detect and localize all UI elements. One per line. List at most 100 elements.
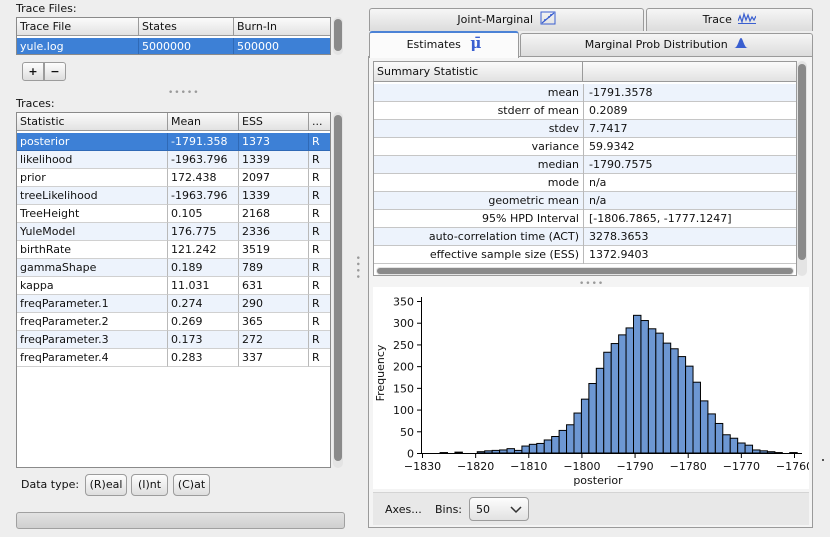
trace-statistic: freqParameter.4 [17, 349, 168, 367]
y-tick-label: 250 [393, 339, 414, 352]
table-row[interactable]: TreeHeight 0.105 2168 R [17, 205, 330, 223]
summary-stat-name: geometric mean [374, 192, 584, 210]
summary-row[interactable]: stdev 7.7417 [374, 120, 796, 138]
trace-type: R [309, 241, 330, 259]
trace-ess: 2336 [239, 223, 309, 241]
histogram-bar [633, 314, 642, 454]
histogram-bar [610, 343, 620, 454]
tab-estimates-label: Estimates [406, 38, 461, 51]
int-type-button[interactable]: (I)nt [131, 474, 168, 496]
trace-file-burnin: 500000 [234, 38, 330, 54]
summary-h-scroll-thumb[interactable] [377, 268, 793, 274]
summary-stat-value: n/a [589, 194, 607, 207]
histogram-bar [506, 448, 515, 454]
summary-stat-name: auto-correlation time (ACT) [374, 228, 584, 246]
trace-ess: 789 [239, 259, 309, 277]
histogram-bar [670, 348, 679, 454]
left-split-grip-icon[interactable]: ••••• [168, 88, 200, 98]
real-type-button[interactable]: (R)eal [85, 474, 127, 496]
axes-button[interactable]: Axes... [385, 503, 422, 516]
summary-header[interactable]: Summary Statistic [374, 62, 583, 82]
table-row[interactable]: posterior -1791.358 1373 R [17, 133, 330, 151]
summary-stat-name: median [374, 156, 584, 174]
table-row[interactable]: birthRate 121.242 3519 R [17, 241, 330, 259]
trace-statistic: freqParameter.1 [17, 295, 168, 313]
traces-header-mean[interactable]: Mean [168, 113, 239, 131]
trace-ess: 1339 [239, 187, 309, 205]
trace-files-header-file[interactable]: Trace File [17, 18, 139, 36]
table-row[interactable]: freqParameter.4 0.283 337 R [17, 349, 330, 367]
trace-files-table[interactable]: Trace File States Burn-In yule.log 50000… [16, 17, 331, 55]
trace-file-row[interactable]: yule.log 5000000 500000 [17, 38, 330, 54]
histogram-bar [536, 442, 545, 454]
summary-row[interactable]: mean -1791.3578 [374, 84, 796, 102]
histogram-area: 0 50 100 150 200 250 300 350 −1830 −1820 −1810 −180… [373, 287, 813, 489]
trace-type: R [309, 223, 330, 241]
histogram-bar [499, 449, 508, 454]
chevron-down-icon [510, 506, 522, 514]
table-row[interactable]: freqParameter.2 0.269 365 R [17, 313, 330, 331]
table-row[interactable]: YuleModel 176.775 2336 R [17, 223, 330, 241]
main-split-grip-icon[interactable]: •••• [352, 255, 362, 280]
remove-trace-file-button[interactable]: − [44, 62, 66, 81]
summary-row[interactable]: median -1790.7575 [374, 156, 796, 174]
bins-select[interactable]: 50 [469, 497, 529, 521]
table-row[interactable]: freqParameter.1 0.274 290 R [17, 295, 330, 313]
summary-table[interactable]: Summary Statistic mean -1791.3578 stderr o… [373, 61, 797, 276]
tab-joint-marginal[interactable]: Joint-Marginal [369, 8, 644, 31]
trace-files-scrollbar[interactable] [333, 17, 343, 55]
summary-row[interactable]: auto-correlation time (ACT) 3278.3653 [374, 228, 796, 246]
traces-header-ess[interactable]: ESS [239, 113, 309, 131]
summary-v-scroll-thumb[interactable] [798, 64, 806, 260]
trace-files-header-states[interactable]: States [139, 18, 234, 36]
trace-statistic: freqParameter.3 [17, 331, 168, 349]
table-row[interactable]: kappa 11.031 631 R [17, 277, 330, 295]
traces-table[interactable]: Statistic Mean ESS ... posterior -1791.35… [16, 112, 331, 468]
trace-files-scroll-thumb[interactable] [334, 19, 342, 51]
histogram-bar [558, 429, 568, 454]
trace-files-header-burnin[interactable]: Burn-In [234, 18, 330, 36]
summary-row[interactable]: mode n/a [374, 174, 796, 192]
bins-label: Bins: [435, 503, 463, 516]
histogram-bar [699, 400, 709, 454]
trace-type: R [309, 133, 330, 151]
x-tick-label: −1800 [563, 460, 600, 473]
summary-row[interactable]: stderr of mean 0.2089 [374, 102, 796, 120]
histogram-bar [692, 381, 701, 454]
summary-row[interactable]: effective sample size (ESS) 1372.9403 [374, 246, 796, 264]
add-trace-file-button[interactable]: + [22, 62, 44, 81]
traces-header-more[interactable]: ... [309, 113, 330, 131]
tab-trace[interactable]: Trace [646, 8, 813, 31]
histogram-bar [766, 451, 776, 454]
y-tick-label: 200 [393, 361, 414, 374]
table-row[interactable]: freqParameter.3 0.173 272 R [17, 331, 330, 349]
table-row[interactable]: treeLikelihood -1963.796 1339 R [17, 187, 330, 205]
traces-scrollbar[interactable] [333, 112, 343, 468]
histogram-chart: 0 50 100 150 200 250 300 350 −1830 −1820 −1810 −180… [374, 296, 813, 488]
trace-mean: 121.242 [168, 241, 239, 259]
progress-bar [16, 512, 345, 529]
summary-row[interactable]: geometric mean n/a [374, 192, 796, 210]
trace-statistic: gammaShape [17, 259, 168, 277]
trace-type: R [309, 331, 330, 349]
table-row[interactable]: likelihood -1963.796 1339 R [17, 151, 330, 169]
traces-header-statistic[interactable]: Statistic [17, 113, 168, 131]
table-row[interactable]: prior 172.438 2097 R [17, 169, 330, 187]
summary-stat-name: stderr of mean [374, 102, 584, 120]
mean-symbol-icon: μ̄ [470, 34, 482, 52]
trace-type: R [309, 259, 330, 277]
summary-v-scrollbar[interactable] [797, 61, 807, 276]
trace-ess: 290 [239, 295, 309, 313]
histogram-bar [566, 424, 575, 454]
summary-stat-value: 7.7417 [589, 122, 628, 135]
tab-estimates[interactable]: Estimates μ̄ [369, 31, 519, 58]
traces-scroll-thumb[interactable] [334, 115, 342, 461]
cat-type-button[interactable]: (C)at [173, 474, 210, 496]
summary-row[interactable]: variance 59.9342 [374, 138, 796, 156]
summary-header-value[interactable] [583, 62, 796, 82]
summary-h-scrollbar[interactable] [376, 267, 794, 275]
table-row[interactable]: gammaShape 0.189 789 R [17, 259, 330, 277]
trace-statistic: likelihood [17, 151, 168, 169]
tab-marginal-prob-distribution[interactable]: Marginal Prob Distribution [520, 33, 813, 56]
summary-row[interactable]: 95% HPD Interval [-1806.7865, -1777.1247] [374, 210, 796, 228]
